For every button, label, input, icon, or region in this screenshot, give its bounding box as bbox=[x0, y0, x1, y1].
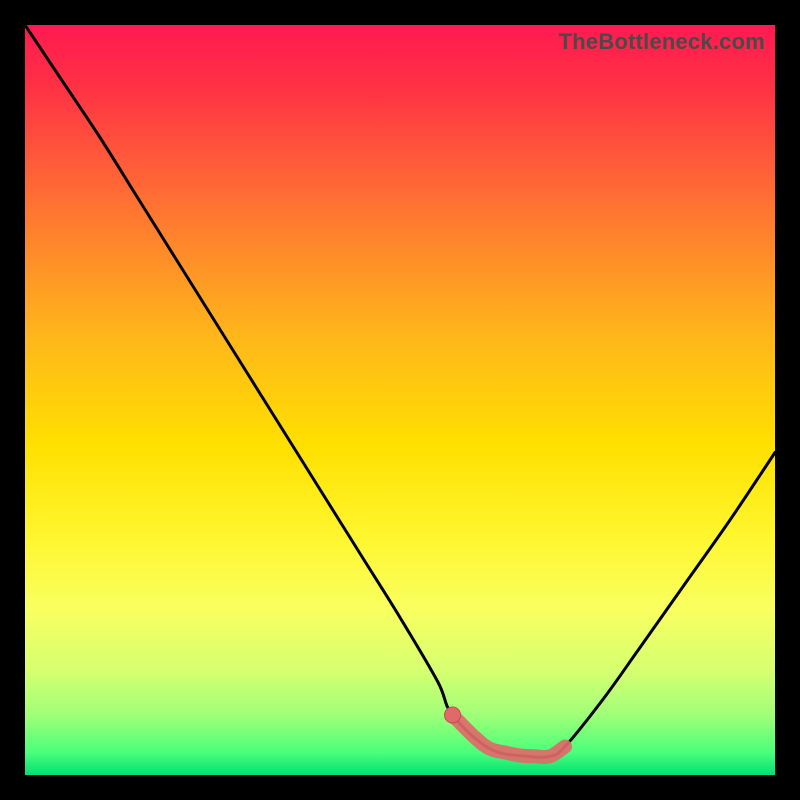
curve-layer bbox=[25, 25, 775, 775]
plot-area: TheBottleneck.com bbox=[25, 25, 775, 775]
optimal-range-highlight bbox=[453, 715, 566, 757]
optimal-point-marker bbox=[445, 707, 461, 723]
chart-frame: TheBottleneck.com bbox=[0, 0, 800, 800]
bottleneck-curve bbox=[25, 25, 775, 757]
